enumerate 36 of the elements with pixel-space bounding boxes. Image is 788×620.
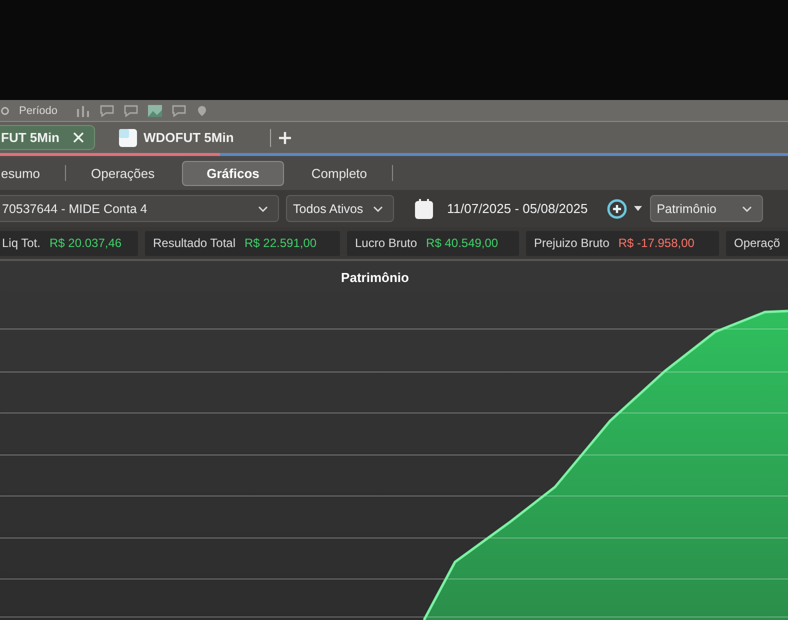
stat-label: Resultado Total — [153, 236, 236, 250]
chevron-down-icon — [258, 206, 268, 212]
plus-icon[interactable] — [278, 132, 291, 144]
stat-value: R$ 40.549,00 — [426, 236, 498, 250]
period-label: Período — [19, 104, 58, 116]
stat-label: Prejuizo Bruto — [534, 236, 610, 250]
stat-label: Lucro Bruto — [355, 236, 418, 250]
account-dropdown[interactable]: 70537644 - MIDE Conta 4 — [0, 195, 279, 222]
view-tab[interactable]: Completo — [286, 160, 392, 186]
speech-bubble-icon[interactable] — [100, 104, 114, 116]
date-range-text[interactable]: 11/07/2025 - 05/08/2025 — [447, 201, 588, 216]
chevron-down-icon — [373, 206, 383, 212]
calendar-icon[interactable] — [415, 198, 433, 218]
caret-down-icon[interactable] — [634, 206, 642, 211]
chart-tab[interactable]: WDOFUT 5Min — [108, 125, 244, 150]
bars-icon[interactable] — [76, 104, 90, 116]
circle-icon[interactable] — [1, 106, 9, 114]
view-tab[interactable]: esumo — [0, 160, 66, 186]
view-tab[interactable]: Operações — [66, 160, 180, 186]
speech-bubble-icon[interactable] — [172, 104, 186, 116]
assets-dropdown[interactable]: Todos Ativos — [286, 195, 394, 222]
view-tab[interactable]: Gráficos — [182, 160, 284, 186]
close-icon[interactable] — [72, 132, 84, 143]
add-circle-icon[interactable] — [606, 198, 627, 218]
metric-dropdown[interactable]: Patrimônio — [650, 195, 763, 222]
stat-value: R$ -17.958,00 — [618, 236, 694, 250]
image-icon[interactable] — [148, 104, 162, 116]
chart-title: Patrimônio — [340, 269, 410, 287]
pin-icon[interactable] — [196, 104, 208, 116]
speech-bubble-icon[interactable] — [124, 104, 138, 116]
chart-tab[interactable]: FUT 5Min — [0, 125, 94, 150]
stat-value: R$ 20.037,46 — [49, 236, 122, 250]
stat-label: Operaçõ — [734, 236, 780, 250]
chevron-down-icon — [742, 206, 752, 212]
stat-label: Liq Tot. — [2, 236, 40, 250]
stat-value: R$ 22.591,00 — [244, 236, 317, 250]
